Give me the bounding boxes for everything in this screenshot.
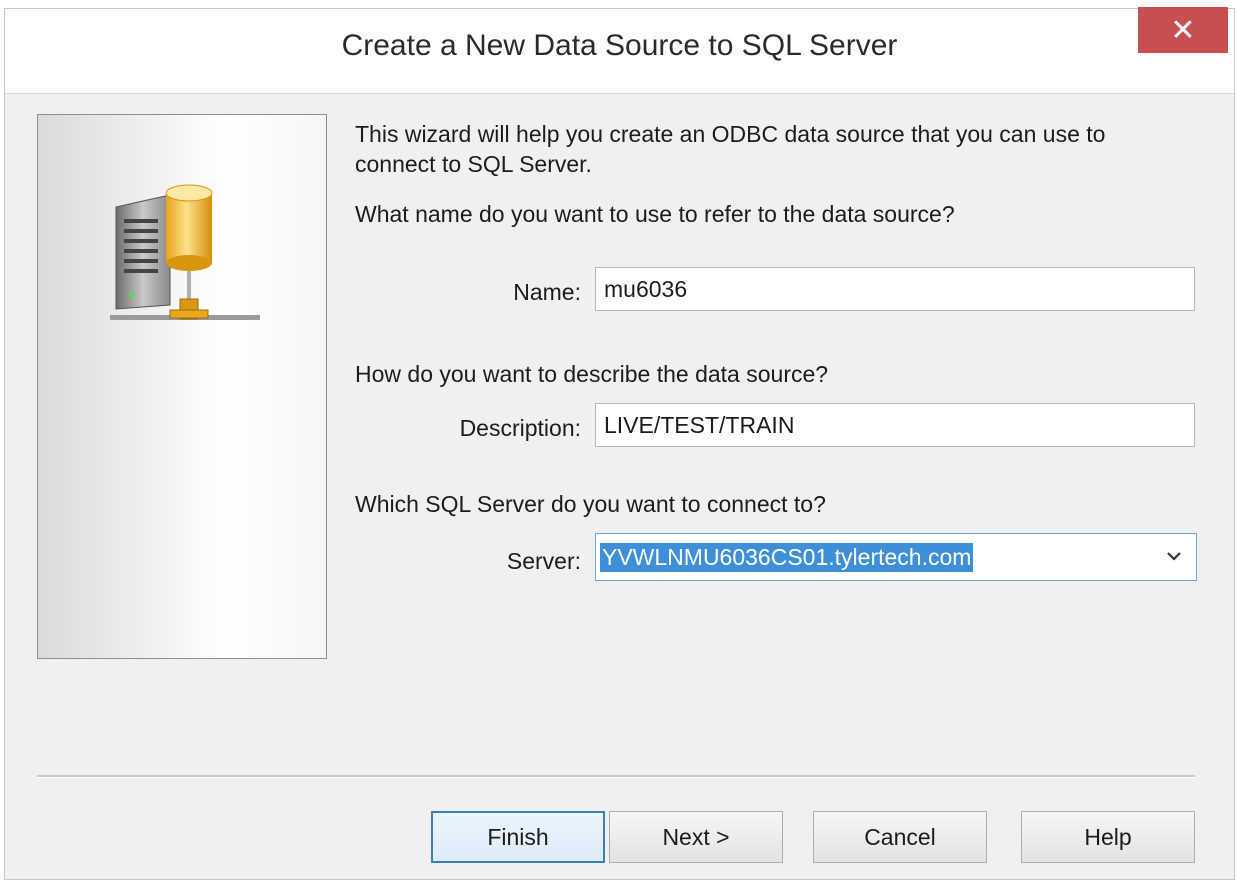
- button-divider: [37, 775, 1195, 778]
- wizard-image-panel: [37, 114, 327, 659]
- close-button[interactable]: ✕: [1138, 7, 1228, 53]
- title-divider: [5, 93, 1234, 94]
- finish-button[interactable]: Finish: [431, 811, 605, 863]
- database-server-icon: [110, 184, 260, 320]
- close-icon: ✕: [1170, 13, 1196, 47]
- description-input[interactable]: LIVE/TEST/TRAIN: [595, 403, 1195, 447]
- cancel-button[interactable]: Cancel: [813, 811, 987, 863]
- server-select[interactable]: YVWLNMU6036CS01.tylertech.com: [595, 533, 1197, 581]
- help-button[interactable]: Help: [1021, 811, 1195, 863]
- description-question: How do you want to describe the data sou…: [355, 361, 829, 387]
- name-question: What name do you want to use to refer to…: [355, 201, 955, 227]
- server-question: Which SQL Server do you want to connect …: [355, 491, 826, 517]
- description-label: Description:: [459, 415, 581, 441]
- intro-text-line2: connect to SQL Server.: [355, 151, 592, 177]
- server-select-value: YVWLNMU6036CS01.tylertech.com: [600, 542, 974, 572]
- chevron-down-icon[interactable]: [1166, 548, 1182, 564]
- intro-text-line1: This wizard will help you create an ODBC…: [355, 121, 1106, 147]
- next-button[interactable]: Next >: [609, 811, 783, 863]
- dialog-window: Create a New Data Source to SQL Server ✕: [4, 7, 1235, 880]
- window-title: Create a New Data Source to SQL Server: [341, 29, 898, 62]
- screen: Create a New Data Source to SQL Server ✕: [0, 0, 1239, 882]
- server-label: Server:: [506, 548, 581, 574]
- name-input[interactable]: mu6036: [595, 267, 1195, 311]
- name-label: Name:: [513, 279, 581, 305]
- title-bar: Create a New Data Source to SQL Server ✕: [5, 7, 1234, 93]
